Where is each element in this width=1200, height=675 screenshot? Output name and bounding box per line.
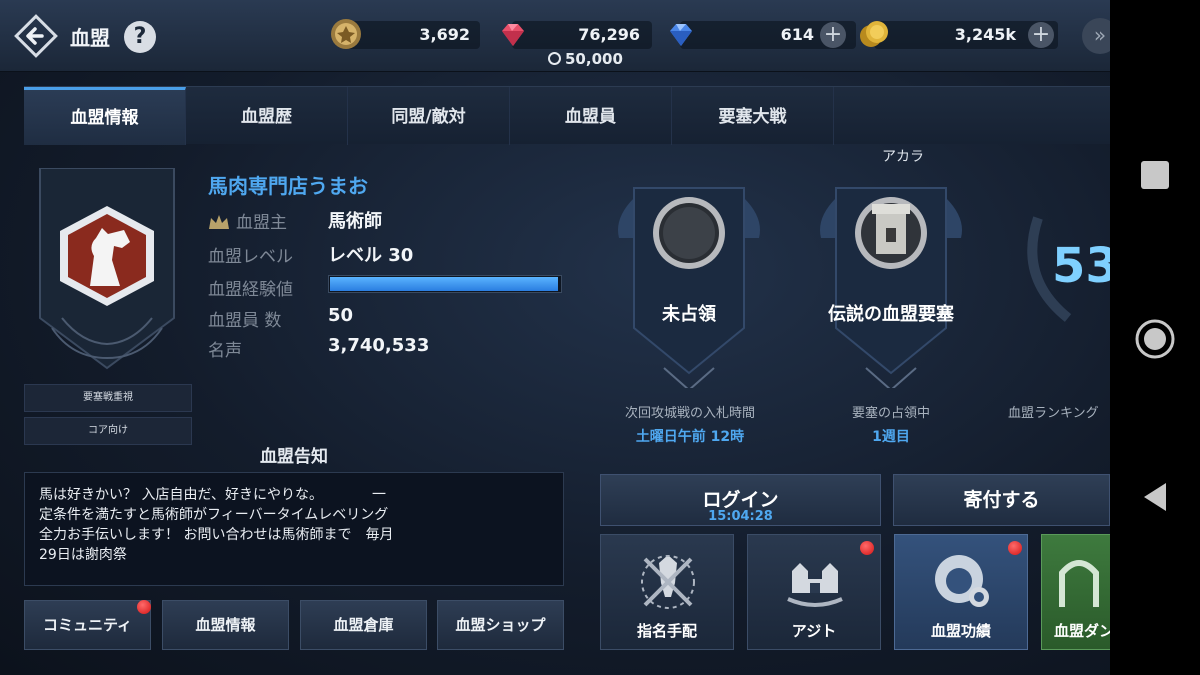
notice-line: 定条件を満たすと馬術師がフィーバータイムレベリング [39,507,389,523]
currency-red-gem: 76,296 [496,18,654,52]
fame-value: 3,740,533 [328,335,430,356]
currency-emblem-coin: 3,692 [330,18,480,52]
leader-label: 血盟主 [208,208,287,233]
spartan-helmet-icon [641,555,695,609]
clan-achievement-label: 血盟功績 [930,622,991,640]
ranking-caption: 血盟ランキング [1008,406,1099,421]
hideout-label: アジト [791,622,837,640]
fortress-banner [820,187,962,388]
tab-clan-members[interactable]: 血盟員 [510,87,672,145]
red-gem-icon [502,24,524,46]
fortress-label: 伝説の血盟要塞 [828,304,954,325]
clan-storage-button[interactable]: 血盟倉庫 [300,600,427,650]
tab-bar: 血盟情報 血盟歴 同盟/敵対 血盟員 要塞大戦 [24,86,1110,145]
fortress-week: 1週目 [872,429,910,445]
help-button[interactable]: ? [124,21,156,53]
bid-time-value: 土曜日午前 12時 [635,429,745,445]
exp-bar [328,275,562,293]
login-button[interactable]: ログイン 15:04:28 [600,474,881,526]
clan-screen: 血盟 ? 3,692 76,296 50,000 614 + 3,245k + … [0,0,1110,675]
fortress-caption: 要塞の占領中 [851,406,930,421]
currency-value: 3,692 [419,25,470,44]
gold-coin-icon [860,21,888,47]
community-button[interactable]: コミュニティ [24,600,151,650]
emblem-coin-icon [331,19,361,49]
notification-badge [1008,541,1022,555]
clan-tag-2: コア向け [24,417,192,445]
members-label: 血盟員 数 [208,311,282,331]
tab-clan-history[interactable]: 血盟歴 [186,87,348,145]
clan-ranking-value: 53 [1052,238,1110,294]
notification-badge [860,541,874,555]
stamina-timer: 50,000 [548,50,623,68]
tab-clan-info[interactable]: 血盟情報 [24,87,186,145]
clan-emblem [39,168,175,370]
android-nav-bar [1110,0,1200,675]
add-blue-gem-button[interactable]: + [820,22,846,48]
add-gold-button[interactable]: + [1028,22,1054,48]
level-value: レベル 30 [328,245,414,266]
notice-line: 全力お手伝いします！ お問い合わせは馬術師まで 毎月 [39,527,394,543]
clan-tag-1: 要塞戦重視 [24,384,192,412]
bid-time-caption: 次回攻城戦の入札時間 [624,406,755,421]
clan-dungeon-label: 血盟ダン [1054,622,1110,640]
level-label: 血盟レベル [208,247,293,267]
unoccupied-banner [618,187,760,388]
chevron-down-icon[interactable]: » [1082,18,1110,54]
donate-button[interactable]: 寄付する [893,474,1110,526]
wanted-label: 指名手配 [636,622,697,640]
login-label: ログイン [702,489,779,511]
exp-bar-fill [330,277,558,291]
top-bar: 血盟 ? 3,692 76,296 50,000 614 + 3,245k + … [0,0,1110,72]
tab-fortress-war[interactable]: 要塞大戦 [672,87,834,145]
clan-dungeon-tile[interactable]: 血盟ダン [1041,534,1110,650]
back-icon[interactable] [14,14,58,58]
region-label: アカラ [882,149,924,165]
login-time: 15:04:28 [708,509,773,524]
clan-shop-button[interactable]: 血盟ショップ [437,600,564,650]
fame-label: 名声 [208,341,242,361]
notice-box: 馬は好きかい？ 入店自由だ、好きにやりな。 一 定条件を満たすと馬術師がフィーバ… [24,472,564,586]
currency-value: 3,245k [954,25,1016,44]
notification-badge [137,600,151,614]
wanted-tile[interactable]: 指名手配 [600,534,734,650]
recent-apps-button[interactable] [1141,161,1169,189]
leader-label-text: 血盟主 [236,213,287,233]
leader-value: 馬術師 [328,211,382,232]
currency-value: 76,296 [578,25,640,44]
community-button-label: コミュニティ [42,616,133,634]
exp-label: 血盟経験値 [208,280,293,300]
blue-gem-icon [670,24,692,46]
currency-blue-gem: 614 + [664,18,856,52]
dungeon-gate-icon [1059,560,1099,607]
lion-icon [935,555,989,607]
unoccupied-label: 未占領 [662,304,716,325]
crown-icon [209,215,229,229]
currency-gold-coin: 3,245k + [858,18,1058,52]
notice-title: 血盟告知 [260,447,328,467]
back-nav-button[interactable] [1140,480,1170,514]
home-button[interactable] [1134,318,1176,360]
currency-value: 614 [780,25,814,44]
castle-icon [787,563,843,607]
notice-line: 馬は好きかい？ 入店自由だ、好きにやりな。 一 [39,487,387,503]
tab-alliance-enemy[interactable]: 同盟/敵対 [348,87,510,145]
members-value: 50 [328,305,354,326]
page-title: 血盟 [70,26,110,50]
clock-icon [548,52,561,65]
notice-line: 29日は謝肉祭 [39,547,127,563]
clan-info-button[interactable]: 血盟情報 [162,600,289,650]
timer-value: 50,000 [565,50,623,68]
clan-name: 馬肉専門店うまお [208,174,368,198]
